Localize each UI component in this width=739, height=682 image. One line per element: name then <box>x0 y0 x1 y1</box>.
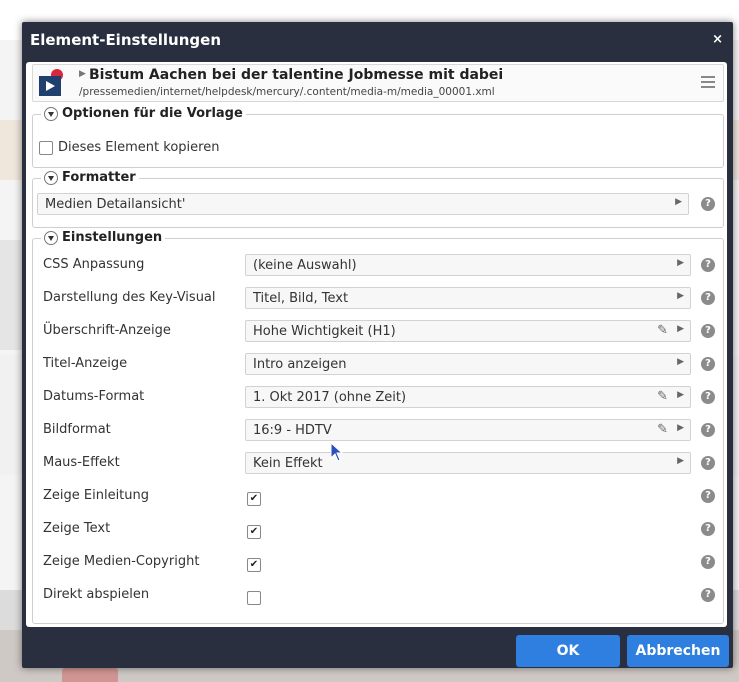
media-type-icon <box>37 68 67 98</box>
setting-label: Datums-Format <box>43 389 145 404</box>
setting-select-css[interactable]: (keine Auswahl) ▶ <box>245 254 691 276</box>
setting-label: Titel-Anzeige <box>43 356 128 371</box>
copy-element-checkbox[interactable] <box>39 140 53 155</box>
dialog-footer: OK Abbrechen <box>22 631 733 668</box>
chevron-right-icon: ▶ <box>677 258 684 268</box>
help-icon[interactable]: ? <box>701 291 715 305</box>
formatter-legend[interactable]: Formatter <box>41 170 139 185</box>
collapse-toggle-icon[interactable] <box>44 170 58 185</box>
show-text-checkbox[interactable]: ✔ <box>247 525 261 539</box>
chevron-right-icon: ▶ <box>677 390 684 400</box>
dialog-content: ▶ Bistum Aachen bei der talentine Jobmes… <box>26 62 727 627</box>
element-title: Bistum Aachen bei der talentine Jobmesse… <box>89 67 504 83</box>
template-options-legend[interactable]: Optionen für die Vorlage <box>41 106 246 121</box>
help-icon[interactable]: ? <box>701 588 715 602</box>
cancel-button[interactable]: Abbrechen <box>627 635 729 667</box>
chevron-right-icon: ▶ <box>677 456 684 466</box>
pencil-icon[interactable]: ✎ <box>657 422 668 437</box>
help-icon[interactable]: ? <box>701 197 715 211</box>
element-header: ▶ Bistum Aachen bei der talentine Jobmes… <box>32 64 724 102</box>
formatter-select[interactable]: Medien Detailansicht' ▶ <box>37 193 689 215</box>
setting-label: Bildformat <box>43 422 111 437</box>
dialog-titlebar: Element-Einstellungen × <box>22 22 733 58</box>
mouse-cursor-icon <box>330 442 344 462</box>
help-icon[interactable]: ? <box>701 522 715 536</box>
setting-label: Zeige Einleitung <box>43 488 150 503</box>
setting-label: Maus-Effekt <box>43 455 120 470</box>
close-icon[interactable]: × <box>712 32 723 47</box>
help-icon[interactable]: ? <box>701 258 715 272</box>
help-icon[interactable]: ? <box>701 456 715 470</box>
help-icon[interactable]: ? <box>701 324 715 338</box>
template-options-section: Optionen für die Vorlage Dieses Element … <box>32 106 724 168</box>
help-icon[interactable]: ? <box>701 489 715 503</box>
menu-hamburger-icon[interactable] <box>701 76 715 91</box>
chevron-right-icon: ▶ <box>675 197 682 207</box>
chevron-right-icon: ▶ <box>677 324 684 334</box>
setting-select-headline[interactable]: Hohe Wichtigkeit (H1) ✎ ▶ <box>245 320 691 342</box>
dialog-title: Element-Einstellungen <box>30 31 222 49</box>
setting-label: Zeige Medien-Copyright <box>43 554 200 569</box>
setting-label: Überschrift-Anzeige <box>43 323 171 338</box>
setting-select-mouseeffect[interactable]: Kein Effekt ▶ <box>245 452 691 474</box>
settings-section: Einstellungen CSS Anpassung (keine Auswa… <box>32 230 724 624</box>
collapse-toggle-icon[interactable] <box>44 106 58 121</box>
help-icon[interactable]: ? <box>701 390 715 404</box>
element-settings-dialog: Element-Einstellungen × ▶ Bistum Aachen … <box>22 22 733 668</box>
ok-button[interactable]: OK <box>516 635 620 667</box>
setting-label: Darstellung des Key-Visual <box>43 290 216 305</box>
pencil-icon[interactable]: ✎ <box>657 323 668 338</box>
setting-select-date[interactable]: 1. Okt 2017 (ohne Zeit) ✎ ▶ <box>245 386 691 408</box>
element-path: /pressemedien/internet/helpdesk/mercury/… <box>79 86 495 98</box>
collapse-toggle-icon[interactable] <box>44 230 58 245</box>
help-icon[interactable]: ? <box>701 357 715 371</box>
show-copyright-checkbox[interactable]: ✔ <box>247 558 261 572</box>
help-icon[interactable]: ? <box>701 555 715 569</box>
show-intro-checkbox[interactable]: ✔ <box>247 492 261 506</box>
setting-select-title[interactable]: Intro anzeigen ▶ <box>245 353 691 375</box>
copy-element-label: Dieses Element kopieren <box>58 140 220 155</box>
setting-select-keyvisual[interactable]: Titel, Bild, Text ▶ <box>245 287 691 309</box>
settings-legend[interactable]: Einstellungen <box>41 230 166 245</box>
setting-select-imageformat[interactable]: 16:9 - HDTV ✎ ▶ <box>245 419 691 441</box>
autoplay-checkbox[interactable] <box>247 591 261 605</box>
pencil-icon[interactable]: ✎ <box>657 389 668 404</box>
setting-label: Zeige Text <box>43 521 111 536</box>
chevron-right-icon: ▶ <box>677 291 684 301</box>
setting-label: CSS Anpassung <box>43 257 145 272</box>
setting-label: Direkt abspielen <box>43 587 150 602</box>
chevron-right-icon: ▶ <box>677 423 684 433</box>
help-icon[interactable]: ? <box>701 423 715 437</box>
expand-triangle-icon[interactable]: ▶ <box>79 69 86 79</box>
chevron-right-icon: ▶ <box>677 357 684 367</box>
formatter-section: Formatter Medien Detailansicht' ▶ ? <box>32 170 724 228</box>
